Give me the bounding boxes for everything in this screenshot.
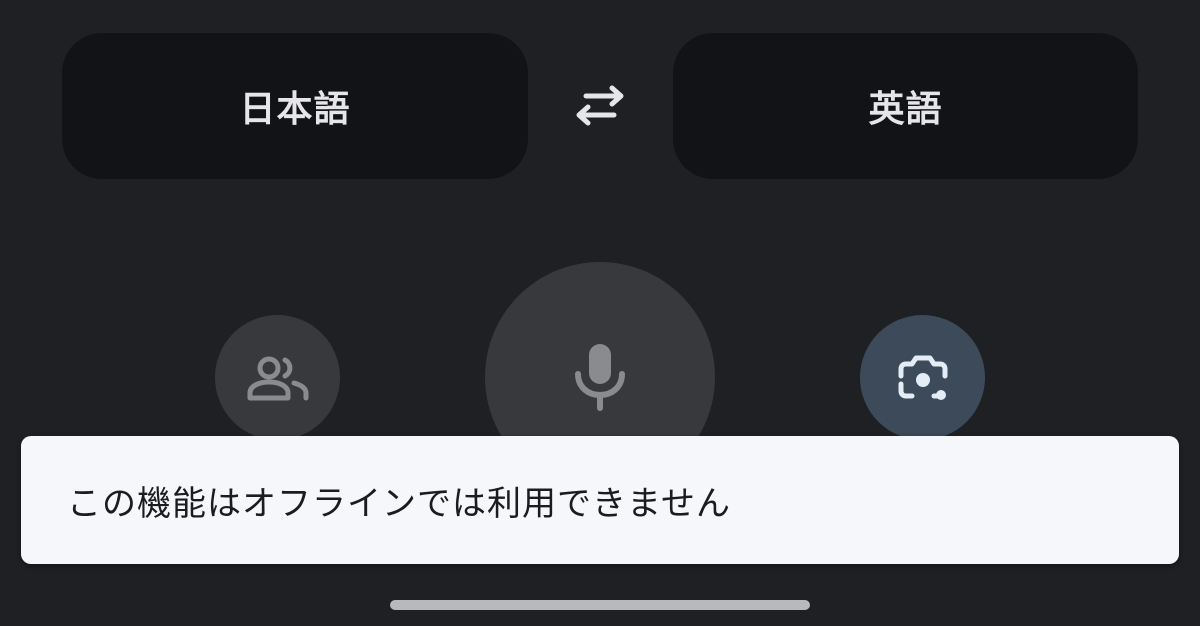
snackbar-message: この機能はオフラインでは利用できません [67, 483, 731, 524]
conversation-button[interactable] [215, 315, 340, 440]
offline-snackbar: この機能はオフラインでは利用できません [21, 436, 1179, 564]
camera-button[interactable] [860, 315, 985, 440]
microphone-icon [575, 344, 625, 411]
source-language-button[interactable]: 日本語 [62, 33, 528, 179]
people-icon [247, 356, 308, 400]
home-indicator[interactable] [390, 600, 810, 610]
target-language-label: 英語 [868, 89, 943, 130]
translate-screen: 日本語 英語 この機能はオフラインでは利用できません [0, 0, 1200, 626]
camera-lens-icon [898, 355, 947, 400]
swap-languages-button[interactable] [568, 78, 632, 134]
swap-arrows-icon [576, 85, 624, 126]
source-language-label: 日本語 [239, 89, 351, 130]
target-language-button[interactable]: 英語 [673, 33, 1138, 179]
